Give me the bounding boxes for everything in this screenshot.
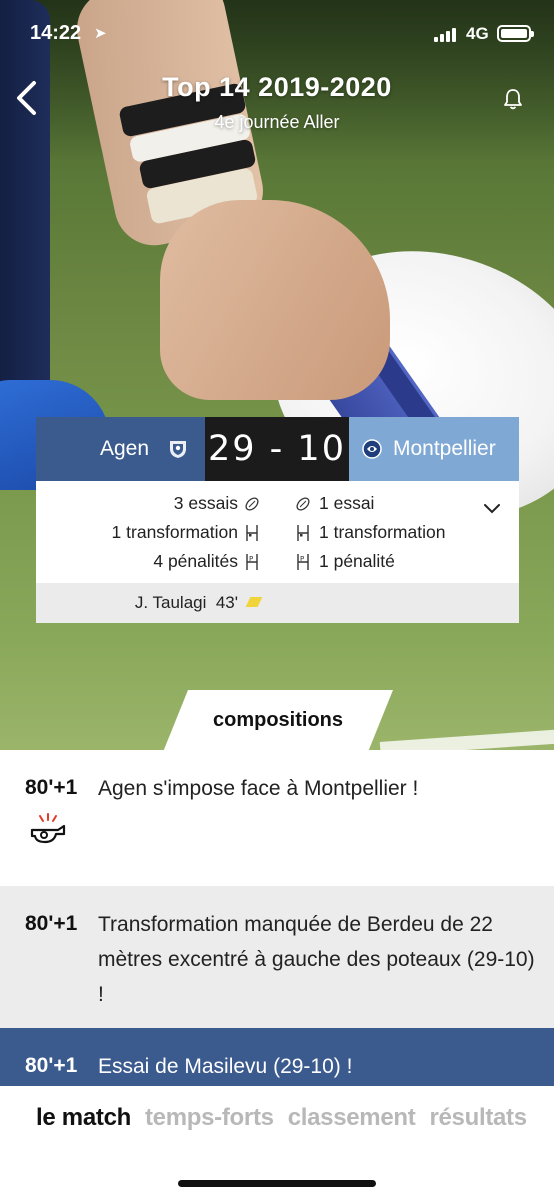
svg-text:P: P [300,555,304,563]
away-conversions: 1 transformation [319,522,446,542]
status-bar: 14:22 ➤ 4G [0,0,554,68]
bottom-nav: le match temps-forts classement résultat… [0,1086,554,1200]
location-arrow-icon: ➤ [94,24,107,42]
home-team: Agen [36,417,205,481]
stat-row-penalites: 4 pénalités P P 1 pénalité [36,547,519,575]
page-title: Top 14 2019-2020 [162,72,392,102]
compositions-label: compositions [212,709,343,731]
goal-posts-icon [246,525,258,541]
try-ball-icon [296,497,310,511]
card-player: J. Taulagi 43' [134,593,238,612]
notification-bell-button[interactable] [500,86,526,112]
away-team-name: Montpellier [393,437,496,460]
tab-resultats[interactable]: résultats [429,1104,527,1132]
away-tries: 1 essai [319,493,375,513]
score: 29 - 10 [205,417,349,481]
yellow-card-icon [245,597,263,607]
agen-crest-icon [170,441,186,458]
feed-item: 80'+1 Transformation manquée de Berdeu d… [0,886,554,1028]
home-conversions: 1 transformation [111,522,238,542]
home-penalties: 4 pénalités [153,551,238,571]
chevron-down-icon[interactable] [482,499,502,519]
home-indicator[interactable] [178,1180,376,1187]
feed-text: Transformation manquée de Berdeu de 22 m… [98,913,535,1006]
feed-minute: 80'+1 [25,776,78,799]
whistle-icon [30,813,66,844]
signal-icon [434,28,456,42]
away-team: Montpellier [349,417,519,481]
status-time: 14:22 [30,22,82,44]
tab-classement[interactable]: classement [288,1104,416,1132]
montpellier-crest-icon [362,439,382,459]
away-penalties: 1 pénalité [319,551,395,571]
battery-icon [497,25,534,42]
network-type: 4G [466,24,489,43]
feed-item: 80'+1 Essai de Masilevu (29-10) ! [0,1028,554,1086]
home-team-name: Agen [99,437,149,460]
try-ball-icon [245,497,259,511]
feed-item: 80'+1 Agen s'impose face à Montpellier ! [0,750,554,886]
tab-le-match[interactable]: le match [36,1104,131,1132]
svg-text:P: P [249,555,253,563]
feed-minute: 80'+1 [25,912,78,935]
feed-minute: 80'+1 [25,1054,78,1077]
live-feed[interactable]: 80'+1 Agen s'impose face à Montpellier !… [0,750,554,1086]
stat-row-essais: 3 essais 1 essai [36,489,519,517]
bell-icon [504,89,522,110]
stat-row-transformations: 1 transformation 1 transformation [36,518,519,546]
penalty-posts-icon: P [297,554,309,570]
home-tries: 3 essais [173,493,238,513]
feed-text: Essai de Masilevu (29-10) ! [98,1055,353,1078]
compositions-tab[interactable]: compositions [163,690,393,752]
cards-row: J. Taulagi 43' [36,583,519,623]
penalty-posts-icon: P [246,554,258,570]
score-banner[interactable]: Agen 29 - 10 Montpellier [36,417,519,481]
feed-text: Agen s'impose face à Montpellier ! [98,777,419,800]
match-stats: 3 essais 1 essai 1 transformation 1 tran… [36,481,519,583]
page-subtitle: 4e journée Aller [214,112,340,132]
goal-posts-icon [297,525,309,541]
tab-temps-forts[interactable]: temps-forts [145,1104,274,1132]
